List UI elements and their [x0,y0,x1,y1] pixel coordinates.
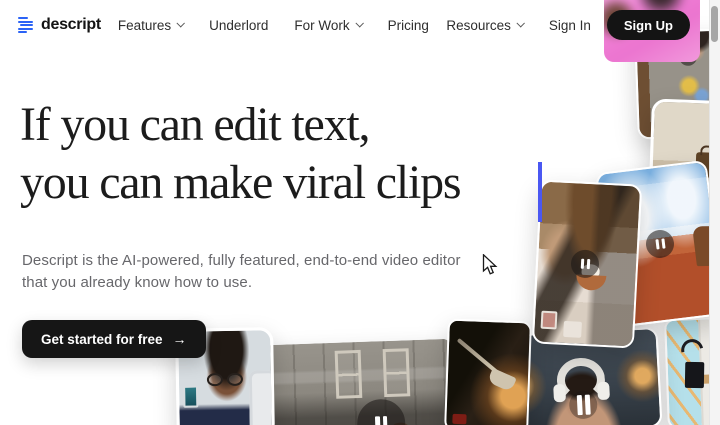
nav-item-pricing[interactable]: Pricing [388,18,429,33]
chevron-down-icon [516,19,525,28]
scrollbar-thumb[interactable] [711,6,718,42]
nav-right: Resources Sign In Sign Up [446,10,690,40]
sign-up-button[interactable]: Sign Up [606,10,690,40]
arrow-right-icon: → [172,331,187,347]
window-shape [334,349,363,399]
headphones-shape [596,381,610,401]
nav-item-underlord[interactable]: Underlord [209,18,268,33]
chevron-down-icon [355,19,364,28]
hero-heading: If you can edit text, you can make viral… [20,96,462,212]
chevron-down-icon [176,19,186,28]
hero-subtext: Descript is the AI-powered, fully featur… [22,250,461,294]
cup-shape [540,310,558,330]
headphones-shape [553,383,567,403]
descript-homepage: descript Features Underlord For Work Pri… [0,0,720,425]
descript-logo-icon [18,17,34,33]
top-nav: descript Features Underlord For Work Pri… [0,0,720,50]
cup-shape [563,320,583,338]
video-card-desk-lamp[interactable] [444,318,532,425]
mouse-cursor-icon [482,254,498,275]
device-shape [685,362,705,389]
nav-item-for-work[interactable]: For Work [294,18,364,33]
get-started-button[interactable]: Get started for free → [22,320,206,358]
prop-shape [452,413,468,424]
subtext-line-2: that you already know how to use. [22,274,253,291]
text-caret-icon [538,162,542,222]
monitor-shape [182,385,199,408]
window-shape [382,348,411,398]
video-thumbnail [446,320,530,425]
nav-item-features[interactable]: Features [118,18,186,33]
nav-item-resources[interactable]: Resources [446,18,525,33]
video-card-cooking-hat[interactable] [531,179,643,349]
logo-text: descript [41,16,101,33]
heading-line-1: If you can edit text, [20,98,371,151]
glasses-shape [206,372,244,386]
sign-in-link[interactable]: Sign In [549,18,591,33]
scrollbar-track[interactable] [709,0,720,425]
logo[interactable]: descript [18,16,101,34]
video-card-studio-curtain[interactable] [262,338,456,425]
nav-left: Features Underlord For Work Pricing [118,18,429,33]
subtext-line-1: Descript is the AI-powered, fully featur… [22,252,461,269]
heading-line-2: you can make viral clips [20,156,462,209]
chair-shape [248,369,275,425]
